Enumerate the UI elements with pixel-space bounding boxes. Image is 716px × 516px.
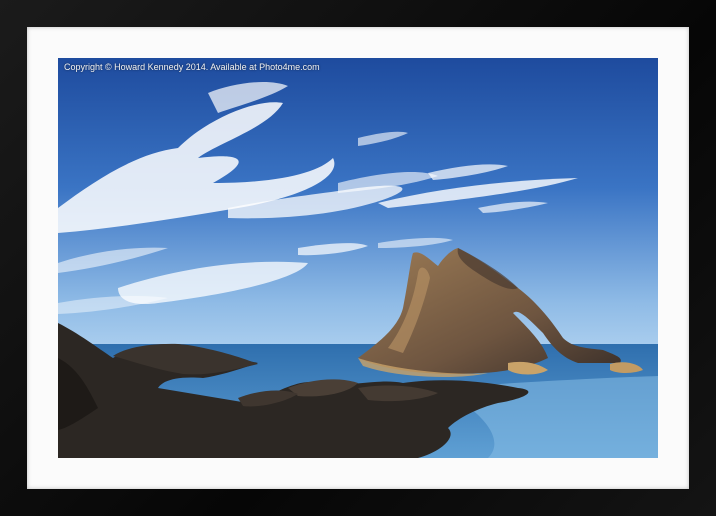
copyright-watermark: Copyright © Howard Kennedy 2014. Availab… bbox=[64, 62, 320, 72]
seascape-photo: Copyright © Howard Kennedy 2014. Availab… bbox=[58, 58, 658, 458]
framed-photo: Copyright © Howard Kennedy 2014. Availab… bbox=[58, 58, 658, 458]
picture-frame: Copyright © Howard Kennedy 2014. Availab… bbox=[0, 0, 716, 516]
